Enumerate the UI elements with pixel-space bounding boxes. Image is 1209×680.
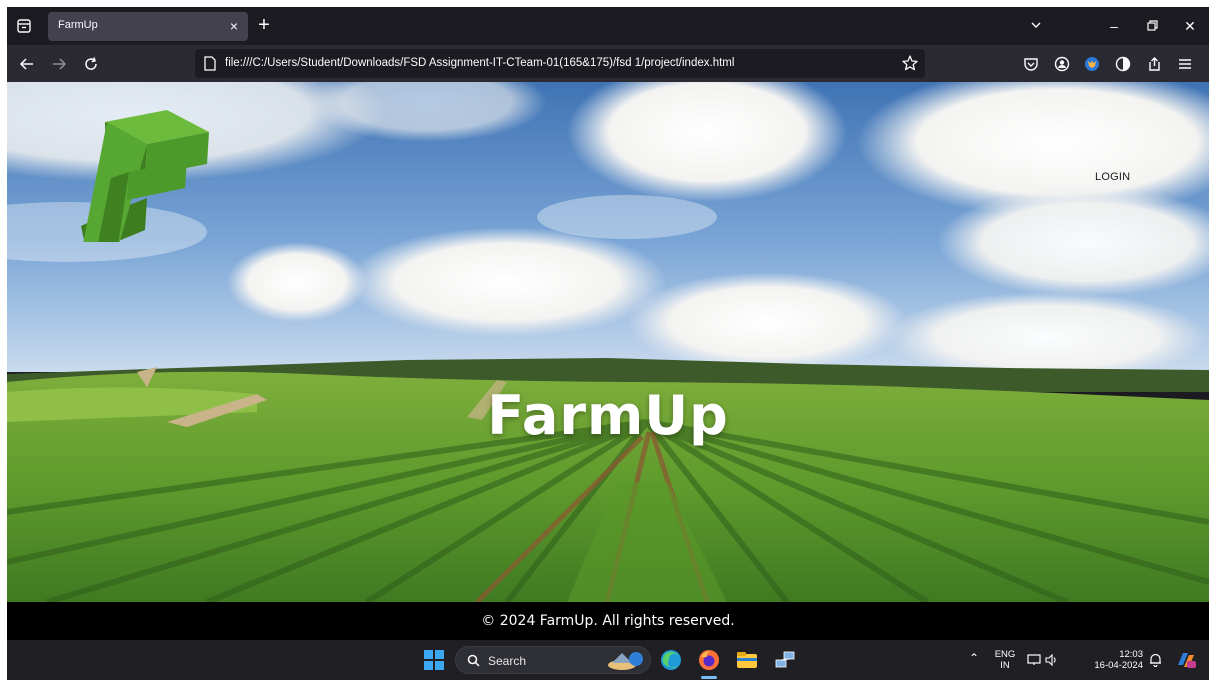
forward-arrow-icon[interactable] [47,52,71,76]
language-code: ENG [994,649,1016,660]
hero-title: FarmUp [487,384,729,447]
close-tab-button[interactable]: × [226,18,242,34]
volume-icon[interactable] [1045,654,1059,666]
account-icon[interactable] [1052,54,1072,74]
tab-strip: FarmUp × + – ✕ [7,7,1209,45]
network-icon[interactable] [773,648,797,672]
minimize-button[interactable]: – [1103,15,1125,37]
search-label: Search [488,654,527,668]
new-tab-button[interactable]: + [253,15,275,37]
tab-farmup[interactable]: FarmUp × [48,12,248,41]
farmup-logo-icon[interactable] [77,102,217,242]
show-hidden-icons-button[interactable]: ⌃ [969,652,979,664]
tab-list-icon[interactable] [11,13,37,39]
navigation-toolbar: file:///C:/Users/Student/Downloads/FSD A… [7,45,1209,82]
list-all-tabs-button[interactable] [1025,15,1047,37]
login-link[interactable]: LOGIN [1095,171,1130,183]
back-arrow-icon[interactable] [15,52,39,76]
active-app-indicator [701,676,717,679]
page-viewport: LOGIN FarmUp © 2024 FarmUp. All rights r… [7,82,1209,640]
file-explorer-icon[interactable] [735,648,759,672]
url-text[interactable]: file:///C:/Users/Student/Downloads/FSD A… [225,57,734,69]
bookmark-star-icon[interactable] [901,54,919,72]
menu-icon[interactable] [1175,54,1195,74]
page-icon [204,56,216,71]
language-region: IN [1000,660,1010,671]
tab-title: FarmUp [58,19,98,31]
restore-button[interactable] [1141,15,1163,37]
display-icon[interactable] [1027,654,1041,666]
hero-banner: LOGIN FarmUp [7,82,1209,602]
address-bar[interactable]: file:///C:/Users/Student/Downloads/FSD A… [195,49,925,78]
footer-copyright: © 2024 FarmUp. All rights reserved. [481,613,735,629]
pocket-icon[interactable] [1021,54,1041,74]
privacy-icon[interactable] [1113,54,1133,74]
edge-icon[interactable] [659,648,683,672]
taskbar-search-box[interactable]: Search [455,646,651,674]
reload-icon[interactable] [79,52,103,76]
firefox-icon[interactable] [697,648,721,672]
page-footer: © 2024 FarmUp. All rights reserved. [7,602,1209,640]
copilot-icon[interactable] [1175,649,1197,671]
start-icon[interactable] [424,650,444,670]
language-indicator[interactable]: ENG IN [993,649,1017,671]
browser-window: FarmUp × + – ✕ file:///C:/Users/Student/… [7,7,1209,680]
share-icon[interactable] [1143,54,1163,74]
close-window-button[interactable]: ✕ [1179,15,1201,37]
search-icon [467,654,480,667]
clock-time: 12:03 [1119,649,1143,660]
notification-bell-icon[interactable] [1149,652,1162,667]
clock-date: 16-04-2024 [1094,660,1143,671]
extension-fox-icon[interactable] [1082,54,1102,74]
landscape-widget-icon [608,652,643,670]
clock[interactable]: 12:03 16-04-2024 [1081,649,1143,671]
windows-taskbar: Search ⌃ ENG IN 12:03 16-04-2024 [7,640,1209,680]
